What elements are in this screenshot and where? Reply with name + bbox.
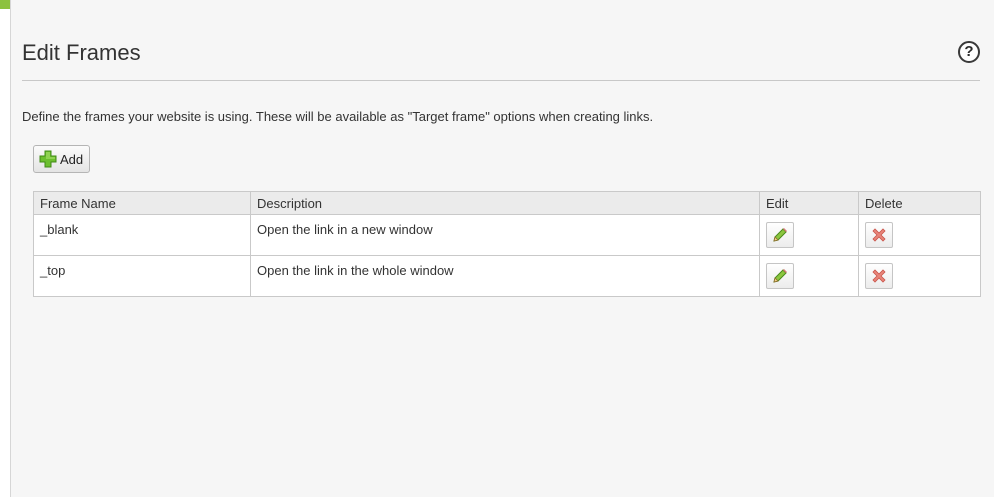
plus-icon [39, 150, 57, 168]
pencil-icon [773, 269, 787, 283]
edit-button[interactable] [766, 222, 794, 248]
table-row: _top Open the link in the whole window [33, 255, 981, 297]
frame-description: Open the link in a new window [257, 222, 433, 237]
frame-name-cell: _blank [33, 214, 251, 256]
page-header: Edit Frames ? [22, 38, 980, 81]
edit-button[interactable] [766, 263, 794, 289]
add-frame-button[interactable]: Add [33, 145, 91, 173]
x-icon [872, 269, 886, 283]
frame-name-cell: _top [33, 255, 251, 297]
table-row: _blank Open the link in a new window [33, 214, 981, 256]
frame-name: _blank [40, 222, 79, 237]
intro-text: Define the frames your website is using.… [22, 109, 654, 124]
frame-name: _top [40, 263, 66, 278]
help-icon[interactable]: ? [958, 41, 980, 63]
column-header-edit: Edit [759, 191, 859, 215]
description-cell: Open the link in a new window [250, 214, 760, 256]
description-cell: Open the link in the whole window [250, 255, 760, 297]
delete-button[interactable] [865, 222, 893, 248]
delete-cell [858, 214, 981, 256]
frames-table: Frame Name Description Edit Delete _blan… [33, 191, 981, 297]
edit-cell [759, 214, 859, 256]
add-button-label: Add [60, 151, 84, 167]
x-icon [872, 228, 886, 242]
delete-cell [858, 255, 981, 297]
delete-button[interactable] [865, 263, 893, 289]
page-title: Edit Frames [22, 40, 141, 65]
column-header-delete: Delete [858, 191, 981, 215]
edit-cell [759, 255, 859, 297]
frame-description: Open the link in the whole window [257, 263, 454, 278]
table-header-row: Frame Name Description Edit Delete [33, 191, 981, 215]
pencil-icon [773, 228, 787, 242]
column-header-description[interactable]: Description [250, 191, 760, 215]
column-header-frame-name[interactable]: Frame Name [33, 191, 251, 215]
